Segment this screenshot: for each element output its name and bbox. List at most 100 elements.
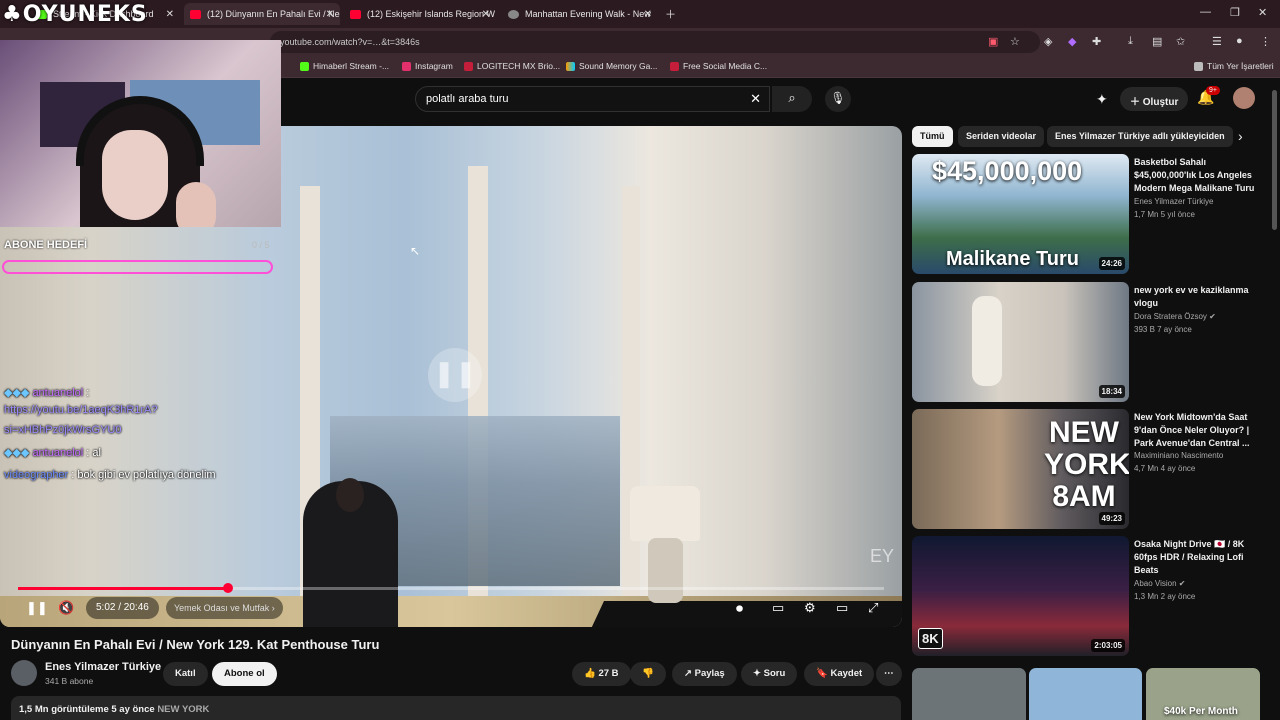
chip-label: Enes Yilmazer Türkiye adlı yükleyiciden: [1055, 131, 1225, 141]
favorites-icon[interactable]: ✩: [1176, 35, 1185, 48]
thumbnail[interactable]: NEW YORK 8AM 49:23: [912, 409, 1129, 529]
fullscreen-icon[interactable]: ⤢: [868, 600, 878, 616]
rec-channel[interactable]: Abao Vision ✔: [1134, 579, 1186, 588]
search-button[interactable]: ⌕: [772, 86, 812, 112]
thumbnail[interactable]: 8K 2:03:05: [912, 536, 1129, 656]
center-pause-icon[interactable]: ❚❚: [428, 348, 482, 402]
restore-button[interactable]: ❐: [1230, 6, 1240, 19]
thumbs-up-icon: 👍: [584, 668, 599, 679]
close-icon[interactable]: ✕: [644, 9, 652, 20]
scrollbar[interactable]: [1272, 90, 1277, 230]
thumbnail[interactable]: 18:34: [912, 282, 1129, 402]
sidebar-icon[interactable]: ▤: [1152, 35, 1162, 48]
bookmark-logitech[interactable]: LOGITECH MX Brio...: [464, 61, 560, 71]
thumbnail-partial[interactable]: [1029, 668, 1142, 720]
bookmark-himaberl[interactable]: Himaberl Stream -...: [300, 61, 389, 71]
save-button[interactable]: 🔖 Kaydet: [804, 662, 875, 686]
url-field[interactable]: youtube.com/watch?v=…&t=3846s: [270, 31, 1040, 53]
menu-icon[interactable]: ⋮: [1260, 35, 1271, 48]
dislike-button[interactable]: 👎: [630, 662, 666, 686]
recommendation-item[interactable]: NEW YORK 8AM 49:23 New York Midtown'da S…: [912, 409, 1272, 529]
mute-icon[interactable]: 🔇: [58, 600, 74, 616]
badge-icon: ◆◆◆: [4, 447, 33, 459]
tab-youtube-video[interactable]: (12) Dünyanın En Pahalı Evi / Ne ✕: [184, 3, 340, 25]
like-button[interactable]: 👍 27 B: [572, 662, 631, 686]
video-meta[interactable]: 1,5 Mn görüntüleme 5 ay önce NEW YORK: [11, 696, 901, 720]
stream-logo: ♣OYUNEKS: [2, 2, 148, 27]
tab-search-icon[interactable]: ☰: [1212, 35, 1222, 48]
chip-uploader[interactable]: Enes Yilmazer Türkiye adlı yükleyiciden: [1047, 126, 1233, 147]
chat-text: : al: [86, 447, 101, 459]
share-button[interactable]: ↗ Paylaş: [672, 662, 737, 686]
channel-text: Dora Stratera Özsoy: [1134, 312, 1207, 321]
bookmark-sound-memory[interactable]: Sound Memory Ga...: [566, 61, 657, 71]
close-icon[interactable]: ✕: [326, 9, 334, 20]
close-window-button[interactable]: ✕: [1258, 6, 1267, 19]
minimize-button[interactable]: —: [1200, 6, 1211, 18]
voice-search-button[interactable]: 🎙: [825, 86, 851, 112]
extension-icon[interactable]: ◈: [1044, 35, 1052, 48]
bookmark-instagram[interactable]: Instagram: [402, 61, 453, 71]
views-date: 1,5 Mn görüntüleme 5 ay önce: [19, 704, 155, 715]
close-icon[interactable]: ✕: [482, 9, 490, 20]
clear-icon[interactable]: ✕: [750, 91, 761, 107]
tab-eskisehir[interactable]: (12) Eskişehir Islands Region W ✕: [344, 3, 496, 25]
ask-button[interactable]: ✦ Soru: [741, 662, 798, 686]
chip-all[interactable]: Tümü: [912, 126, 953, 147]
rec-title[interactable]: New York Midtown'da Saat 9'dan Önce Nele…: [1134, 411, 1264, 450]
rec-channel[interactable]: Maximiniano Nascimento: [1134, 451, 1223, 460]
new-tab-button[interactable]: ＋: [665, 6, 676, 22]
recommendation-item[interactable]: 8K 2:03:05 Osaka Night Drive 🇯🇵 / 8K 60f…: [912, 536, 1272, 656]
all-bookmarks[interactable]: Tüm Yer İşaretleri: [1194, 61, 1274, 71]
search-input[interactable]: polatlı araba turu ✕: [415, 86, 770, 112]
create-button[interactable]: ＋ Oluştur: [1120, 87, 1189, 111]
live-icon[interactable]: ✦: [1096, 91, 1108, 108]
rec-channel[interactable]: Dora Stratera Özsoy ✔: [1134, 312, 1216, 321]
recommendation-item[interactable]: $45,000,000 Malikane Turu 24:26 Basketbo…: [912, 154, 1272, 274]
save-label: Kaydet: [830, 668, 863, 679]
puzzle-icon[interactable]: ✚: [1092, 35, 1101, 48]
recommendation-item[interactable]: 18:34 new york ev ve kaziklanma vlogu Do…: [912, 282, 1272, 402]
thumbnail[interactable]: $45,000,000 Malikane Turu 24:26: [912, 154, 1129, 274]
rec-stats: 393 B 7 ay önce: [1134, 325, 1192, 334]
chip-series[interactable]: Seriden videolar: [958, 126, 1045, 147]
location-tag[interactable]: NEW YORK: [157, 704, 209, 715]
close-icon[interactable]: ✕: [166, 9, 174, 20]
settings-icon[interactable]: ⚙: [804, 600, 816, 616]
extension-purple-icon[interactable]: ◆: [1068, 35, 1076, 48]
subtitles-icon[interactable]: ▭: [772, 600, 784, 616]
thumbnail-partial[interactable]: [912, 668, 1026, 720]
tab-manhattan[interactable]: Manhattan Evening Walk - New ✕: [502, 3, 658, 25]
cursor-icon: ↖: [410, 244, 421, 258]
avatar[interactable]: [1233, 87, 1255, 109]
thumbnail-text: $45,000,000: [932, 156, 1083, 186]
profile-icon[interactable]: ●: [1236, 35, 1243, 47]
chapter-button[interactable]: Yemek Odası ve Mutfak ›: [166, 597, 283, 619]
pause-button[interactable]: ❚❚: [26, 600, 48, 616]
download-icon[interactable]: ⤓: [1128, 35, 1133, 48]
rec-stats: 1,3 Mn 2 ay önce: [1134, 592, 1196, 601]
rec-channel[interactable]: Enes Yilmazer Türkiye: [1134, 197, 1213, 206]
subscribe-button[interactable]: Abone ol: [212, 662, 277, 686]
star-icon[interactable]: ☆: [1010, 35, 1020, 48]
rec-title[interactable]: new york ev ve kaziklanma vlogu: [1134, 284, 1264, 310]
rec-title[interactable]: Osaka Night Drive 🇯🇵 / 8K 60fps HDR / Re…: [1134, 538, 1264, 577]
bookmark-free-social[interactable]: Free Social Media C...: [670, 61, 767, 71]
channel-avatar[interactable]: [11, 660, 37, 686]
autoplay-toggle[interactable]: ⏺: [736, 600, 743, 617]
channel-text: Abao Vision: [1134, 579, 1177, 588]
chat-link[interactable]: si=xHBhPz0jkWrsGYU0: [4, 424, 121, 436]
channel-name[interactable]: Enes Yilmazer Türkiye: [45, 661, 161, 673]
thumbnail-partial[interactable]: $40k Per Month: [1146, 668, 1260, 720]
join-button[interactable]: Katıl: [163, 662, 208, 686]
chat-link[interactable]: https://youtu.be/1aeqK3hR1rA?: [4, 404, 158, 416]
rec-title[interactable]: Basketbol Sahalı $45,000,000'lık Los Ang…: [1134, 156, 1264, 195]
chevron-right-icon[interactable]: ›: [1238, 128, 1243, 144]
bookmark-label: Sound Memory Ga...: [579, 61, 658, 71]
kick-icon: [300, 61, 309, 71]
more-button[interactable]: ⋯: [876, 662, 902, 686]
rec-stats: 1,7 Mn 5 yıl önce: [1134, 210, 1195, 219]
record-icon[interactable]: ▣: [988, 35, 998, 48]
theater-icon[interactable]: ▭: [836, 600, 848, 616]
chat-user: antuanelol: [32, 387, 84, 399]
